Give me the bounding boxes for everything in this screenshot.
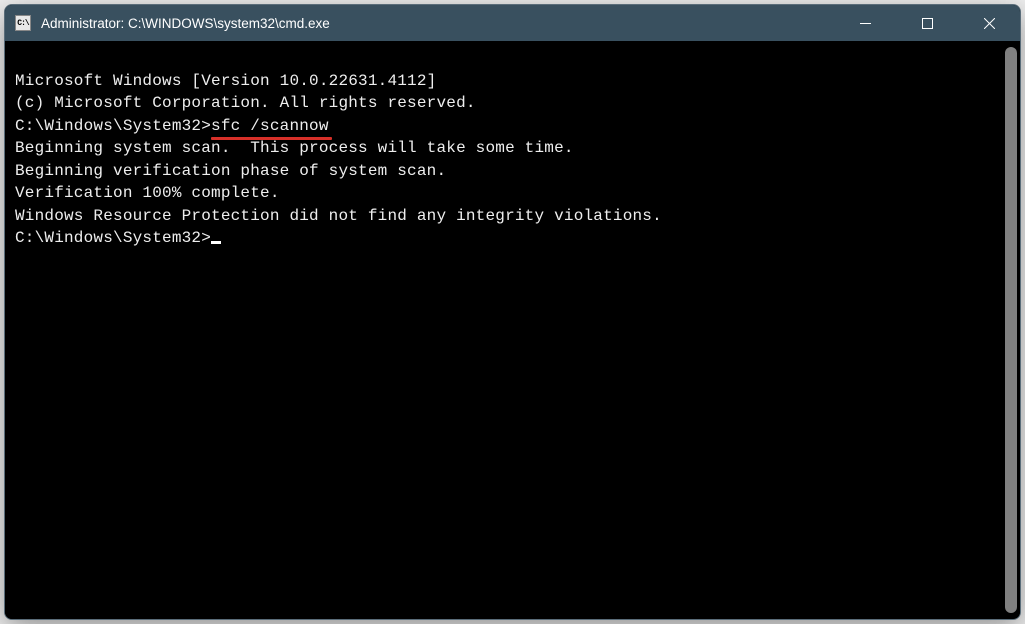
console-output: Microsoft Windows [Version 10.0.22631.41… — [5, 41, 1020, 256]
maximize-icon — [922, 18, 933, 29]
cursor — [211, 241, 221, 244]
cmd-window: C:\ Administrator: C:\WINDOWS\system32\c… — [4, 4, 1021, 620]
prompt-line[interactable]: C:\Windows\System32> — [15, 227, 1010, 250]
output-line: Microsoft Windows [Version 10.0.22631.41… — [15, 70, 1010, 93]
close-button[interactable] — [958, 5, 1020, 41]
maximize-button[interactable] — [896, 5, 958, 41]
output-line: Beginning verification phase of system s… — [15, 160, 1010, 183]
scroll-thumb[interactable] — [1005, 47, 1017, 613]
prompt-text: C:\Windows\System32> — [15, 229, 211, 247]
window-controls — [834, 5, 1020, 41]
console-body[interactable]: Microsoft Windows [Version 10.0.22631.41… — [5, 41, 1020, 619]
entered-command: sfc /scannow — [211, 115, 329, 138]
output-line: (c) Microsoft Corporation. All rights re… — [15, 92, 1010, 115]
prompt-line: C:\Windows\System32>sfc /scannow — [15, 115, 1010, 138]
output-line: Beginning system scan. This process will… — [15, 137, 1010, 160]
output-line: Verification 100% complete. — [15, 182, 1010, 205]
cmd-app-icon: C:\ — [15, 15, 31, 31]
annotation-underline — [211, 137, 332, 140]
close-icon — [984, 18, 995, 29]
titlebar[interactable]: C:\ Administrator: C:\WINDOWS\system32\c… — [5, 5, 1020, 41]
minimize-icon — [860, 18, 871, 29]
minimize-button[interactable] — [834, 5, 896, 41]
vertical-scrollbar[interactable] — [1005, 47, 1017, 613]
prompt-text: C:\Windows\System32> — [15, 117, 211, 135]
output-line: Windows Resource Protection did not find… — [15, 205, 1010, 228]
window-title: Administrator: C:\WINDOWS\system32\cmd.e… — [41, 16, 834, 31]
